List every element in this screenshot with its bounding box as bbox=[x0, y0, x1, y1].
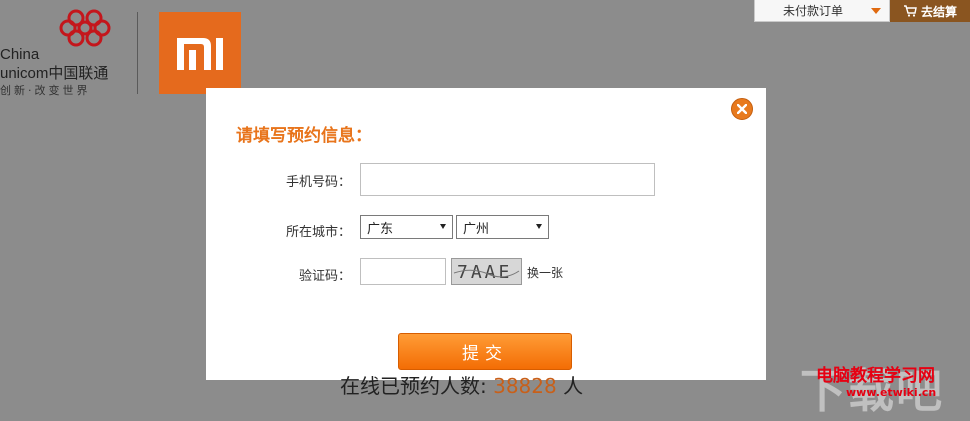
logo-divider bbox=[137, 12, 138, 94]
city-select[interactable]: 广州 bbox=[456, 215, 549, 239]
unicom-knot-icon bbox=[59, 9, 111, 47]
unicom-text-line1: China bbox=[0, 46, 40, 63]
submit-button[interactable]: 提交 bbox=[398, 333, 572, 370]
province-select[interactable]: 广东 bbox=[360, 215, 453, 239]
close-icon bbox=[737, 104, 747, 114]
unicom-text-line2: unicom中国联通 bbox=[0, 65, 109, 82]
captcha-image-graphic: 7AAE bbox=[453, 262, 520, 283]
phone-label: 手机号码： bbox=[285, 175, 351, 190]
modal-title: 请填写预约信息： bbox=[236, 126, 372, 146]
watermark-url: www.etwiki.cn bbox=[846, 386, 937, 399]
city-label: 所在城市： bbox=[285, 225, 351, 240]
refresh-captcha-link[interactable]: 换一张 bbox=[527, 264, 563, 281]
captcha-image[interactable]: 7AAE bbox=[451, 258, 522, 285]
checkout-label: 去结算 bbox=[920, 4, 957, 19]
unicom-slogan: 创新·改变世界 bbox=[0, 84, 91, 97]
city-selected-value: 广州 bbox=[463, 221, 490, 237]
checkout-button[interactable]: 去结算 bbox=[890, 0, 970, 22]
reservation-modal: 请填写预约信息： 手机号码： 所在城市： 广东 广州 验证码： 7AAE 换一张… bbox=[206, 88, 766, 380]
online-count: 38828 bbox=[493, 374, 557, 398]
captcha-label: 验证码： bbox=[298, 269, 351, 284]
watermark-site-name: 电脑教程学习网 bbox=[816, 366, 935, 386]
china-unicom-logo: China unicom中国联通 创新·改变世界 bbox=[0, 0, 135, 100]
submit-label: 提交 bbox=[462, 344, 508, 364]
cart-icon bbox=[903, 5, 917, 17]
chevron-down-icon bbox=[871, 7, 881, 14]
unpaid-orders-label: 未付款订单 bbox=[782, 4, 843, 18]
chevron-down-icon bbox=[536, 224, 542, 229]
chevron-down-icon bbox=[440, 224, 446, 229]
province-selected-value: 广东 bbox=[367, 221, 394, 237]
online-suffix: 人 bbox=[563, 374, 584, 398]
phone-input[interactable] bbox=[360, 163, 655, 196]
top-bar: 未付款订单 去结算 bbox=[754, 0, 970, 22]
close-button[interactable] bbox=[731, 98, 753, 120]
mi-logo bbox=[159, 12, 241, 94]
unpaid-orders-dropdown[interactable]: 未付款订单 bbox=[754, 0, 890, 22]
mi-logo-icon bbox=[177, 38, 223, 70]
online-label: 在线已预约人数: bbox=[340, 374, 487, 398]
online-reservation-count: 在线已预约人数: 38828 人 bbox=[340, 370, 583, 399]
captcha-input[interactable] bbox=[360, 258, 446, 285]
